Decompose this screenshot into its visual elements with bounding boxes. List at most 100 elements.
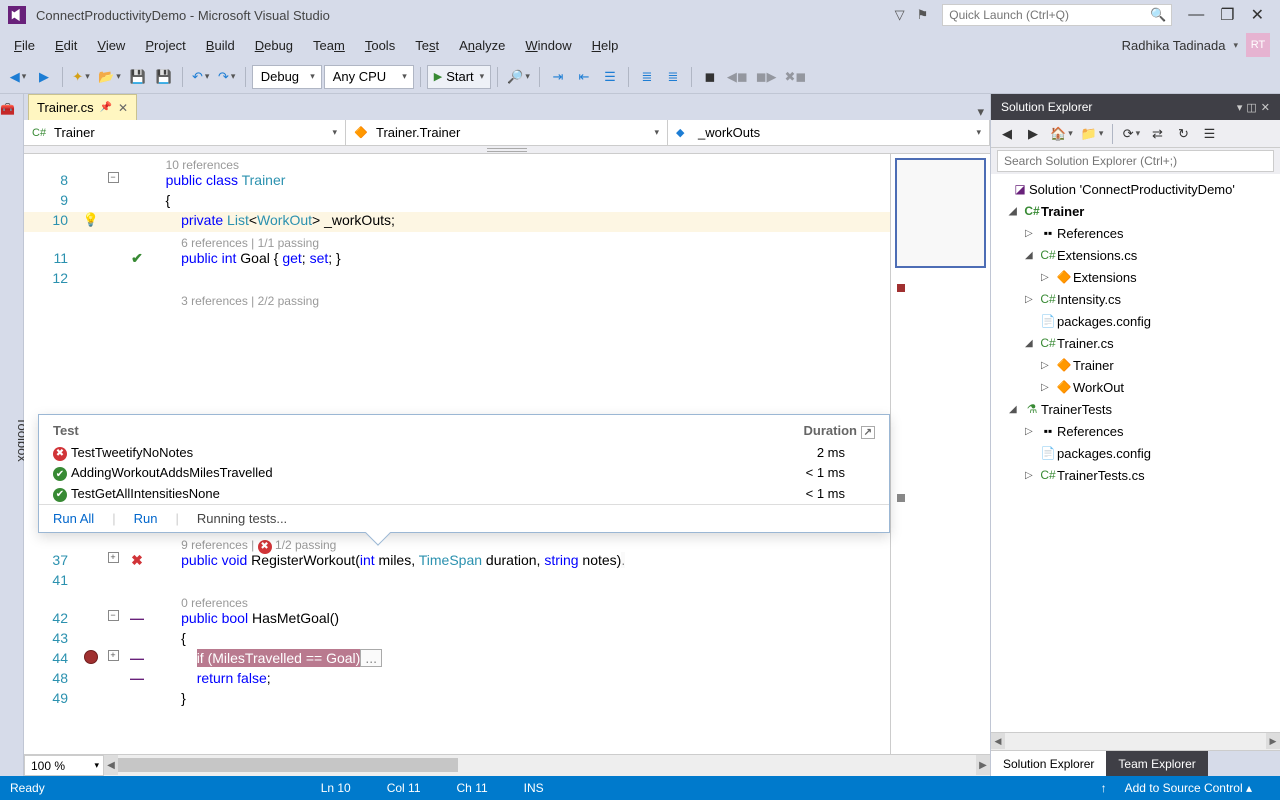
uncomment-button[interactable]: ≣ <box>661 65 685 89</box>
test-row[interactable]: ✔TestGetAllIntensitiesNone< 1 ms <box>39 483 889 504</box>
file-trainer-cs[interactable]: ◢C#Trainer.cs <box>991 332 1280 354</box>
start-debug-button[interactable]: ▶Start▾ <box>427 65 491 89</box>
status-col: Col 11 <box>369 781 439 795</box>
se-forward-button[interactable]: ▶ <box>1021 122 1045 146</box>
save-all-button[interactable]: 💾 <box>152 65 176 89</box>
panel-pin-icon[interactable]: ◫ <box>1246 101 1256 114</box>
panel-close-icon[interactable]: ✕ <box>1261 101 1270 114</box>
config-icon: 📄 <box>1039 314 1057 328</box>
nav-project-combo[interactable]: C#Trainer <box>24 120 346 145</box>
tab-trainer-cs[interactable]: Trainer.cs 📌 ✕ <box>28 94 137 120</box>
user-menu-chevron-icon[interactable]: ▾ <box>1233 40 1246 51</box>
test-row[interactable]: ✖TestTweetifyNoNotes2 ms <box>39 442 889 463</box>
class-workout[interactable]: ▷🔶WorkOut <box>991 376 1280 398</box>
step-button-2[interactable]: ⇤ <box>572 65 596 89</box>
file-extensions-cs[interactable]: ◢C#Extensions.cs <box>991 244 1280 266</box>
class-extensions[interactable]: ▷🔶Extensions <box>991 266 1280 288</box>
menu-team[interactable]: Team <box>303 30 355 60</box>
overview-ruler[interactable] <box>890 154 990 754</box>
se-h-scrollbar[interactable]: ◀▶ <box>991 732 1280 750</box>
tab-team-explorer[interactable]: Team Explorer <box>1106 751 1207 776</box>
status-source-control[interactable]: Add to Source Control ▴ <box>1107 781 1270 795</box>
test-row[interactable]: ✔AddingWorkoutAddsMilesTravelled< 1 ms <box>39 463 889 484</box>
menu-help[interactable]: Help <box>582 30 629 60</box>
nav-forward-button[interactable]: ▶ <box>32 65 56 89</box>
se-filter-button[interactable]: ⟳ <box>1119 122 1143 146</box>
class-trainer[interactable]: ▷🔶Trainer <box>991 354 1280 376</box>
platform-combo[interactable]: Any CPU <box>324 65 414 89</box>
user-name[interactable]: Radhika Tadinada <box>1114 38 1234 53</box>
code-editor: Trainer.cs 📌 ✕ ▾ C#Trainer 🔶Trainer.Trai… <box>24 94 990 776</box>
class-icon: 🔶 <box>354 126 370 139</box>
run-all-link[interactable]: Run All <box>53 511 94 526</box>
solution-explorer-panel: Solution Explorer ▾ ◫ ✕ ◀ ▶ 🏠 📁 ⟳ ⇄ ↻ ☰ … <box>990 94 1280 776</box>
step-button-3[interactable]: ☰ <box>598 65 622 89</box>
se-showall-button[interactable]: ⇄ <box>1145 122 1169 146</box>
run-link[interactable]: Run <box>134 511 158 526</box>
class-icon: 🔶 <box>1055 270 1073 284</box>
feedback-icon[interactable]: ⚑ <box>911 7 935 23</box>
bookmark-button[interactable]: ◼ <box>698 65 722 89</box>
close-tab-icon[interactable]: ✕ <box>118 101 128 115</box>
menu-test[interactable]: Test <box>405 30 449 60</box>
se-search-input[interactable] <box>997 150 1274 172</box>
restore-button[interactable]: ❐ <box>1212 5 1242 25</box>
open-button[interactable]: 📂 <box>95 65 124 89</box>
se-refresh-button[interactable]: ↻ <box>1171 122 1195 146</box>
file-packages-config[interactable]: 📄packages.config <box>991 310 1280 332</box>
tab-overflow-button[interactable]: ▾ <box>971 104 990 120</box>
nav-type-combo[interactable]: 🔶Trainer.Trainer <box>346 120 668 145</box>
menu-edit[interactable]: Edit <box>45 30 87 60</box>
close-button[interactable]: ✕ <box>1243 5 1272 25</box>
user-avatar[interactable]: RT <box>1246 33 1270 57</box>
document-tabs: Trainer.cs 📌 ✕ ▾ <box>24 94 990 120</box>
editor-h-scrollbar[interactable]: ◀▶ <box>104 755 990 776</box>
new-project-button[interactable]: ✦ <box>69 65 93 89</box>
pin-icon[interactable]: 📌 <box>100 102 112 113</box>
quick-launch-input[interactable] <box>942 4 1172 26</box>
nav-back-button[interactable]: ◀ <box>6 65 30 89</box>
redo-button[interactable]: ↷ <box>215 65 239 89</box>
breakpoint-icon[interactable] <box>84 650 98 664</box>
popout-icon[interactable]: ↗ <box>861 426 875 439</box>
config-combo[interactable]: Debug <box>252 65 322 89</box>
file-intensity-cs[interactable]: ▷C#Intensity.cs <box>991 288 1280 310</box>
comment-button[interactable]: ≣ <box>635 65 659 89</box>
references-node[interactable]: ▷▪▪References <box>991 222 1280 244</box>
panel-menu-icon[interactable]: ▾ <box>1237 101 1243 114</box>
minimize-button[interactable]: — <box>1180 6 1212 24</box>
undo-button[interactable]: ↶ <box>189 65 213 89</box>
project-trainer[interactable]: ◢C#Trainer <box>991 200 1280 222</box>
menu-analyze[interactable]: Analyze <box>449 30 515 60</box>
project-trainertests[interactable]: ◢⚗TrainerTests <box>991 398 1280 420</box>
nav-member-combo[interactable]: ◆_workOuts <box>668 120 990 145</box>
menu-window[interactable]: Window <box>515 30 581 60</box>
file-trainertests-cs[interactable]: ▷C#TrainerTests.cs <box>991 464 1280 486</box>
menu-debug[interactable]: Debug <box>245 30 303 60</box>
se-back-button[interactable]: ◀ <box>995 122 1019 146</box>
step-button-1[interactable]: ⇥ <box>546 65 570 89</box>
file-packages-config[interactable]: 📄packages.config <box>991 442 1280 464</box>
save-button[interactable]: 💾 <box>126 65 150 89</box>
solution-node[interactable]: ◪Solution 'ConnectProductivityDemo' <box>991 178 1280 200</box>
solution-explorer-search[interactable] <box>991 148 1280 174</box>
se-home-button[interactable]: 🏠 <box>1047 122 1076 146</box>
lightbulb-icon[interactable]: 💡 <box>83 212 99 228</box>
menu-view[interactable]: View <box>87 30 135 60</box>
se-sync-button[interactable]: 📁 <box>1078 122 1107 146</box>
toolbox-tab[interactable]: Toolbox <box>0 94 24 776</box>
find-button[interactable]: 🔎 <box>504 65 533 89</box>
menu-tools[interactable]: Tools <box>355 30 405 60</box>
notifications-icon[interactable]: ▽ <box>889 7 911 23</box>
menu-project[interactable]: Project <box>135 30 195 60</box>
menu-file[interactable]: File <box>4 30 45 60</box>
quick-launch[interactable]: 🔍 <box>942 4 1172 26</box>
menu-build[interactable]: Build <box>196 30 245 60</box>
references-node[interactable]: ▷▪▪References <box>991 420 1280 442</box>
split-handle[interactable] <box>24 146 990 154</box>
csharp-project-icon: C# <box>1023 204 1041 218</box>
solution-tree[interactable]: ◪Solution 'ConnectProductivityDemo' ◢C#T… <box>991 174 1280 732</box>
zoom-combo[interactable]: 100 % <box>24 755 104 776</box>
se-collapse-button[interactable]: ☰ <box>1197 122 1221 146</box>
tab-solution-explorer[interactable]: Solution Explorer <box>991 751 1106 776</box>
